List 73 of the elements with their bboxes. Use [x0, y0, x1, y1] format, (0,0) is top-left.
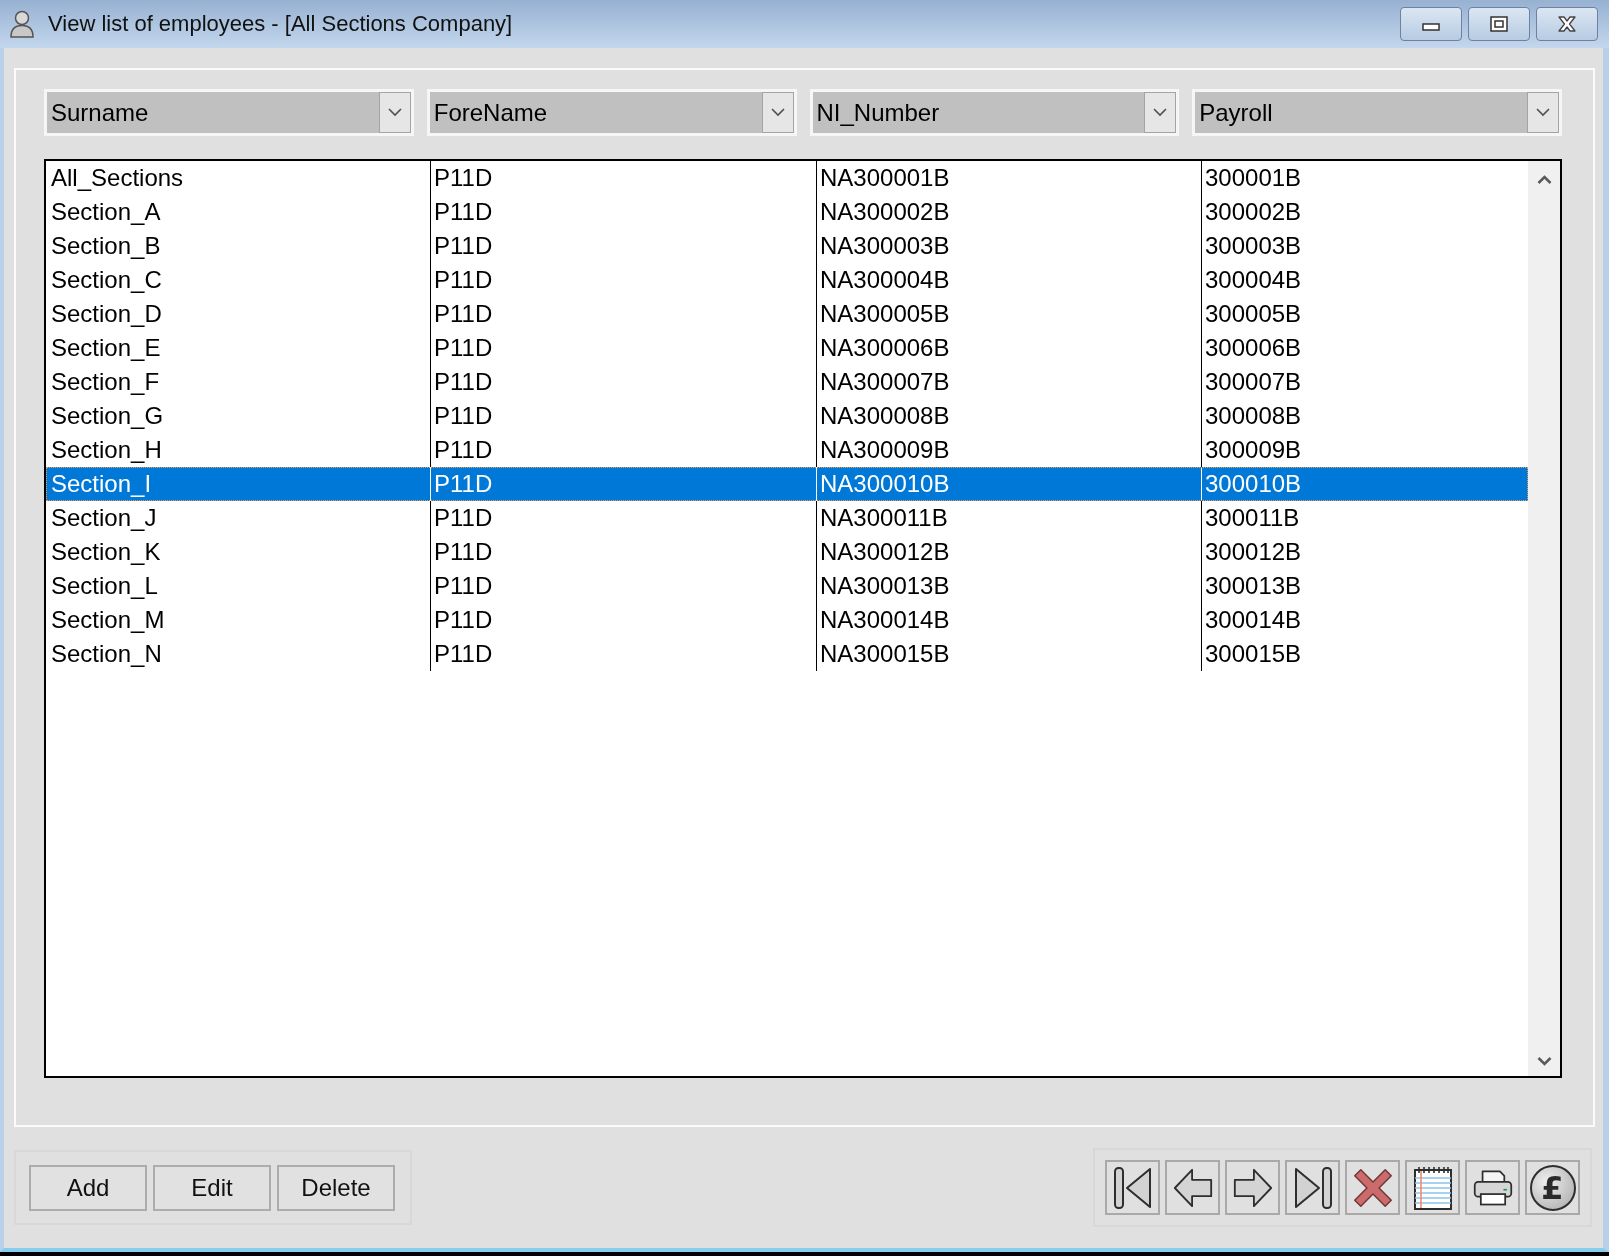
- column-dropdown[interactable]: ForeName: [426, 89, 797, 136]
- table-cell-text: Section_I: [50, 469, 153, 499]
- chevron-up-icon[interactable]: [1536, 175, 1552, 184]
- minimize-icon: [1422, 23, 1440, 31]
- action-button[interactable]: Edit: [153, 1164, 271, 1211]
- table-cell: P11D: [430, 467, 816, 501]
- table-cell-text: Section_N: [50, 639, 163, 669]
- column-dropdown[interactable]: Payroll: [1192, 89, 1562, 136]
- table-cell: NA300013B: [816, 569, 1201, 603]
- skip-to-start-icon: [1112, 1164, 1153, 1211]
- toolbar-button[interactable]: [1165, 1160, 1220, 1215]
- table-cell: NA300014B: [816, 603, 1201, 637]
- table-cell-text: Section_L: [50, 571, 159, 601]
- column-dropdown[interactable]: Surname: [44, 89, 414, 136]
- table-cell-text: Section_G: [50, 401, 165, 431]
- table-cell-text: Section_J: [50, 503, 158, 533]
- table-cell: P11D: [430, 229, 816, 263]
- table-cell: NA300015B: [816, 637, 1201, 671]
- toolbar-button[interactable]: [1345, 1160, 1400, 1215]
- table-cell: NA300012B: [816, 535, 1201, 569]
- table-cell: P11D: [430, 297, 816, 331]
- table-cell: P11D: [430, 365, 816, 399]
- table-cell: NA300001B: [816, 161, 1201, 195]
- table-cell: P11D: [430, 535, 816, 569]
- vertical-scrollbar[interactable]: [1528, 161, 1560, 1076]
- restore-icon: [1490, 16, 1508, 32]
- table-cell: P11D: [430, 603, 816, 637]
- table-cell-text: Section_A: [50, 197, 162, 227]
- table-cell: P11D: [430, 331, 816, 365]
- action-button[interactable]: Add: [29, 1164, 147, 1211]
- table-cell: NA300008B: [816, 399, 1201, 433]
- table-cell: P11D: [430, 637, 816, 671]
- toolbar-button[interactable]: [1225, 1160, 1280, 1215]
- table-cell: NA300007B: [816, 365, 1201, 399]
- close-button[interactable]: [1536, 7, 1598, 41]
- table-row[interactable]: Section_I P11D NA300010B 300010B: [46, 467, 1528, 501]
- table-cell-text: Section_M: [50, 605, 166, 635]
- toolbar-button[interactable]: [1285, 1160, 1340, 1215]
- toolbar-button[interactable]: [1465, 1160, 1520, 1215]
- close-icon: [1557, 16, 1577, 32]
- table-cell: NA300006B: [816, 331, 1201, 365]
- table-cell: P11D: [430, 263, 816, 297]
- table-cell-text: Section_E: [50, 333, 162, 363]
- table-cell-text: Section_C: [50, 265, 163, 295]
- user-icon: [10, 10, 34, 38]
- table-cell: P11D: [430, 161, 816, 195]
- maximize-button[interactable]: [1468, 7, 1530, 41]
- table-cell-text: Section_D: [50, 299, 163, 329]
- table-cell: P11D: [430, 195, 816, 229]
- chevron-down-icon[interactable]: [1536, 1057, 1552, 1066]
- toolbar-button[interactable]: [1405, 1160, 1460, 1215]
- table-cell: P11D: [430, 501, 816, 535]
- table-cell-text: Section_B: [50, 231, 162, 261]
- toolbar-button[interactable]: [1105, 1160, 1160, 1215]
- table-cell: P11D: [430, 569, 816, 603]
- table-cell: NA300003B: [816, 229, 1201, 263]
- minimize-button[interactable]: [1400, 7, 1462, 41]
- table-cell: NA300004B: [816, 263, 1201, 297]
- notepad-icon: [1412, 1164, 1453, 1211]
- table-cell: NA300005B: [816, 297, 1201, 331]
- table-cell: NA300011B: [816, 501, 1201, 535]
- table-cell-text: Section_H: [50, 435, 163, 465]
- currency-button[interactable]: £: [1525, 1160, 1580, 1215]
- action-button[interactable]: Delete: [277, 1164, 395, 1211]
- table-cell: NA300010B: [816, 467, 1201, 501]
- table-cell-text: Section_F: [50, 367, 161, 397]
- table-cell-text: Section_K: [50, 537, 162, 567]
- window-title: View list of employees - [All Sections Company]: [48, 11, 513, 37]
- skip-to-end-icon: [1292, 1164, 1333, 1211]
- table-cell-text: All_Sections: [50, 163, 185, 193]
- table-cell: NA300002B: [816, 195, 1201, 229]
- table-cell: P11D: [430, 399, 816, 433]
- column-dropdown[interactable]: NI_Number: [809, 89, 1180, 136]
